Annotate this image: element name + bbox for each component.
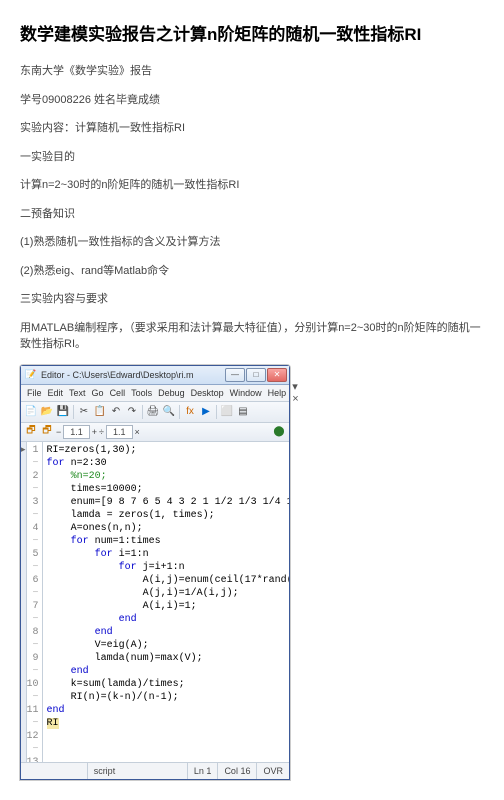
doc-line: 实验内容：计算随机一致性指标RI bbox=[20, 120, 484, 137]
cell-plus-button[interactable]: + bbox=[92, 427, 97, 437]
doc-line: 学号09008226 姓名毕竟成绩 bbox=[20, 92, 484, 109]
cut-icon[interactable]: ✂ bbox=[77, 405, 91, 419]
stack-icon[interactable]: ▤ bbox=[236, 405, 250, 419]
app-icon: 📝 bbox=[25, 369, 37, 381]
code-area: ▸ 12345678910111213141516171819202122232… bbox=[21, 442, 289, 762]
doc-line: 二预备知识 bbox=[20, 206, 484, 223]
find-icon[interactable]: 🔍 bbox=[162, 405, 176, 419]
matlab-editor-window: 📝 Editor - C:\Users\Edward\Desktop\ri.m … bbox=[20, 365, 290, 780]
titlebar: 📝 Editor - C:\Users\Edward\Desktop\ri.m … bbox=[21, 366, 289, 385]
doc-line: 计算n=2~30时的n阶矩阵的随机一致性指标RI bbox=[20, 177, 484, 194]
close-button[interactable]: ✕ bbox=[267, 368, 287, 382]
fx-icon[interactable]: fx bbox=[183, 405, 197, 419]
save-icon[interactable]: 💾 bbox=[56, 405, 70, 419]
page-title: 数学建模实验报告之计算n阶矩阵的随机一致性指标RI bbox=[20, 20, 484, 45]
toolbar-main: 📄 📂 💾 ✂ 📋 ↶ ↷ 🖨 🔍 fx ▶ ⬜ ▤ bbox=[21, 402, 289, 423]
doc-line: 三实验内容与要求 bbox=[20, 291, 484, 308]
cell-increment-field[interactable]: 1.1 bbox=[63, 425, 90, 439]
status-ln: Ln 1 bbox=[187, 763, 218, 779]
lint-icon[interactable]: ⬤ bbox=[272, 425, 286, 439]
statusbar: script Ln 1 Col 16 OVR bbox=[21, 762, 289, 779]
run-icon[interactable]: ▶ bbox=[199, 405, 213, 419]
menu-tools[interactable]: Tools bbox=[131, 388, 152, 398]
status-ovr: OVR bbox=[256, 763, 289, 779]
cell-divide-button[interactable]: ÷ bbox=[99, 427, 104, 437]
gutter: 123456789101112131415161718192021222324 bbox=[27, 442, 43, 762]
toolbar-cell: 🗗 🗗 − 1.1 + ÷ 1.1 × ⬤ bbox=[21, 423, 289, 442]
undo-icon[interactable]: ↶ bbox=[109, 405, 123, 419]
code-text[interactable]: RI=zeros(1,30);for n=2:30 %n=20; times=1… bbox=[43, 442, 289, 762]
doc-line: 用MATLAB编制程序，（要求采用和法计算最大特征值），分别计算n=2~30时的… bbox=[20, 320, 484, 353]
doc-line: 一实验目的 bbox=[20, 149, 484, 166]
cell-minus-button[interactable]: − bbox=[56, 427, 61, 437]
menu-go[interactable]: Go bbox=[92, 388, 104, 398]
cell-multiply-field[interactable]: 1.1 bbox=[106, 425, 133, 439]
copy-icon[interactable]: 📋 bbox=[93, 405, 107, 419]
separator-icon bbox=[142, 405, 143, 419]
cell-times-button[interactable]: × bbox=[135, 427, 140, 437]
separator-icon bbox=[216, 405, 217, 419]
new-file-icon[interactable]: 📄 bbox=[24, 405, 38, 419]
menu-corner-icon[interactable]: ▾ × bbox=[292, 380, 298, 405]
window-title: Editor - C:\Users\Edward\Desktop\ri.m bbox=[41, 370, 225, 380]
separator-icon bbox=[179, 405, 180, 419]
separator-icon bbox=[73, 405, 74, 419]
breakpoint-icon[interactable]: ⬜ bbox=[220, 405, 234, 419]
status-mode: script bbox=[87, 763, 122, 779]
menu-debug[interactable]: Debug bbox=[158, 388, 185, 398]
menu-cell[interactable]: Cell bbox=[110, 388, 126, 398]
menu-desktop[interactable]: Desktop bbox=[191, 388, 224, 398]
doc-line: (2)熟悉eig、rand等Matlab命令 bbox=[20, 263, 484, 280]
redo-icon[interactable]: ↷ bbox=[125, 405, 139, 419]
menu-window[interactable]: Window bbox=[230, 388, 262, 398]
menu-edit[interactable]: Edit bbox=[48, 388, 64, 398]
minimize-button[interactable]: — bbox=[225, 368, 245, 382]
menu-help[interactable]: Help bbox=[268, 388, 287, 398]
menubar: File Edit Text Go Cell Tools Debug Deskt… bbox=[21, 385, 289, 402]
cell-advance-icon[interactable]: 🗗 bbox=[40, 425, 54, 439]
maximize-button[interactable]: □ bbox=[246, 368, 266, 382]
status-col: Col 16 bbox=[217, 763, 256, 779]
doc-line: (1)熟悉随机一致性指标的含义及计算方法 bbox=[20, 234, 484, 251]
open-file-icon[interactable]: 📂 bbox=[40, 405, 54, 419]
menu-file[interactable]: File bbox=[27, 388, 42, 398]
doc-line: 东南大学《数学实验》报告 bbox=[20, 63, 484, 80]
print-icon[interactable]: 🖨 bbox=[146, 405, 160, 419]
menu-text[interactable]: Text bbox=[69, 388, 86, 398]
cell-run-icon[interactable]: 🗗 bbox=[24, 425, 38, 439]
